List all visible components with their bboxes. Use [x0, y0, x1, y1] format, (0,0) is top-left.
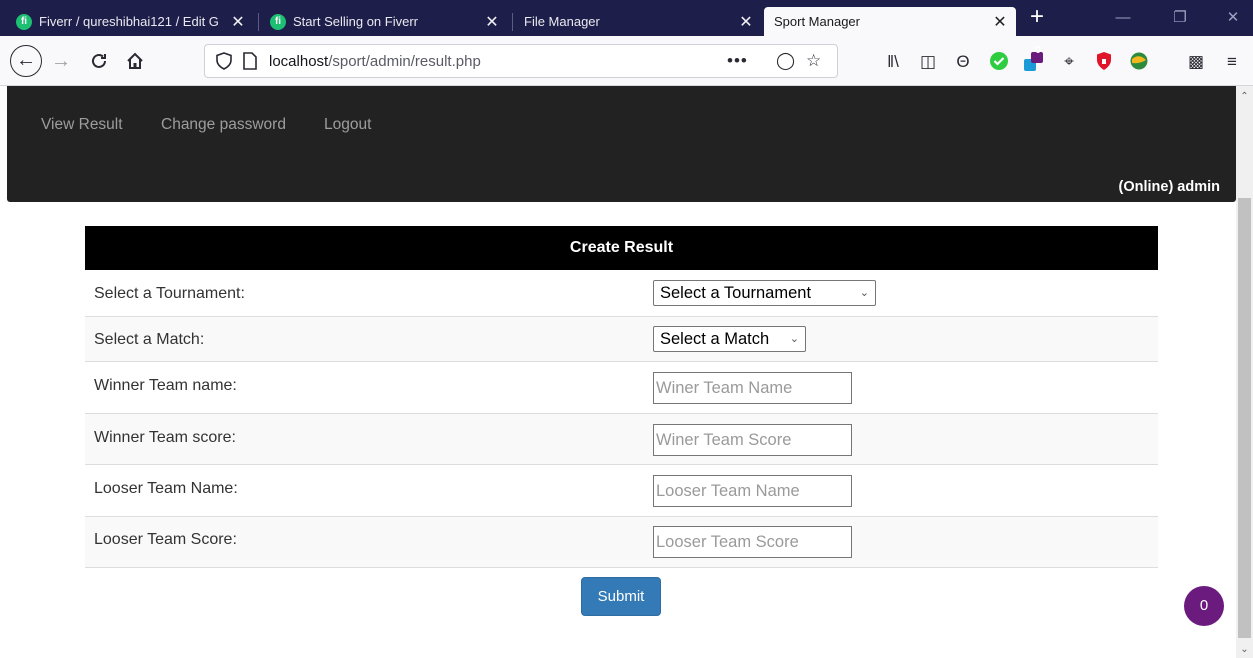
close-window-icon[interactable]: ✕ — [1213, 6, 1253, 30]
form-row-looser-score: Looser Team Score: Looser Team Score — [85, 517, 1158, 568]
match-label: Select a Match: — [94, 331, 205, 348]
tab-separator — [258, 13, 259, 31]
tracking-shield-icon[interactable] — [215, 52, 233, 70]
submit-button[interactable]: Submit — [581, 577, 661, 616]
pocket-icon[interactable]: ◯ — [776, 50, 795, 72]
tournament-label: Select a Tournament: — [94, 285, 245, 302]
account-icon[interactable]: Θ — [952, 51, 974, 73]
match-select-value: Select a Match — [660, 330, 770, 348]
looser-name-input[interactable]: Looser Team Name — [653, 475, 852, 507]
restore-icon[interactable]: ❐ — [1160, 6, 1200, 30]
url-path: /sport/admin/result.php — [328, 53, 481, 70]
tournament-select[interactable]: Select a Tournament ⌄ — [653, 280, 876, 306]
winner-score-label: Winner Team score: — [94, 429, 236, 446]
menu-icon[interactable]: ≡ — [1221, 51, 1243, 73]
crop-icon[interactable]: ⌖ — [1058, 51, 1080, 73]
tab-strip: fi Fiverr / qureshibhai121 / Edit G ✕ fi… — [0, 0, 1253, 36]
tab-start-selling[interactable]: fi Start Selling on Fiverr ✕ — [260, 7, 508, 36]
form-title: Create Result — [85, 226, 1158, 270]
page-actions-icon[interactable]: ••• — [727, 50, 748, 72]
match-select[interactable]: Select a Match ⌄ — [653, 326, 806, 352]
tab-title: File Manager — [524, 14, 600, 29]
fiverr-favicon-icon: fi — [270, 13, 286, 30]
scroll-down-icon[interactable]: ⌄ — [1236, 641, 1253, 658]
chevron-down-icon: ⌄ — [859, 287, 869, 299]
scroll-up-icon[interactable]: ⌃ — [1236, 88, 1253, 105]
winner-name-input[interactable]: Winer Team Name — [653, 372, 852, 404]
form-row-tournament: Select a Tournament: Select a Tournament… — [85, 270, 1158, 317]
form-row-winner-score: Winner Team score: Winer Team Score — [85, 414, 1158, 465]
extensions-puzzle-icon[interactable]: ▩ — [1185, 51, 1207, 73]
chevron-down-icon: ⌄ — [789, 333, 799, 345]
form-row-looser-name: Looser Team Name: Looser Team Name — [85, 465, 1158, 517]
scroll-thumb[interactable] — [1238, 198, 1251, 638]
tab-sport-manager[interactable]: Sport Manager ✕ — [764, 7, 1016, 36]
address-bar[interactable]: localhost/sport/admin/result.php ••• ◯ ☆ — [204, 44, 838, 78]
bookmark-star-icon[interactable]: ☆ — [806, 50, 821, 72]
back-button[interactable]: ← — [10, 45, 42, 77]
new-tab-button[interactable]: + — [1022, 4, 1052, 32]
tab-file-manager[interactable]: File Manager ✕ — [514, 7, 762, 36]
fiverr-favicon-icon: fi — [16, 13, 32, 30]
extension-badge: 0 — [1035, 45, 1041, 56]
tab-title: Fiverr / qureshibhai121 / Edit G — [39, 14, 219, 29]
reload-icon — [92, 53, 106, 68]
forward-button[interactable]: → — [48, 46, 74, 76]
winner-score-input[interactable]: Winer Team Score — [653, 424, 852, 456]
globe-extension-icon[interactable] — [1128, 51, 1150, 73]
reload-button[interactable] — [86, 46, 112, 76]
form-row-match: Select a Match: Select a Match ⌄ — [85, 317, 1158, 362]
navigation-toolbar: ← → localhost/sport/admin/result.php •••… — [0, 36, 1253, 86]
form-row-winner-name: Winner Team name: Winer Team Name — [85, 362, 1158, 414]
adblock-icon[interactable] — [1093, 51, 1115, 73]
tab-title: Start Selling on Fiverr — [293, 14, 418, 29]
close-tab-icon[interactable]: ✕ — [736, 12, 756, 32]
nav-logout-link[interactable]: Logout — [324, 116, 371, 134]
check-extension-icon[interactable] — [988, 51, 1010, 73]
winner-name-label: Winner Team name: — [94, 377, 237, 394]
close-tab-icon[interactable]: ✕ — [228, 12, 248, 32]
looser-score-label: Looser Team Score: — [94, 531, 237, 548]
site-navbar: View Result Change password Logout (Onli… — [7, 86, 1236, 202]
close-tab-icon[interactable]: ✕ — [990, 12, 1010, 32]
url-text[interactable]: localhost/sport/admin/result.php — [269, 53, 481, 70]
page-scrollbar[interactable]: ⌃ ⌄ — [1236, 86, 1253, 658]
browser-window: fi Fiverr / qureshibhai121 / Edit G ✕ fi… — [0, 0, 1253, 658]
close-tab-icon[interactable]: ✕ — [482, 12, 502, 32]
tab-fiverr-edit[interactable]: fi Fiverr / qureshibhai121 / Edit G ✕ — [6, 7, 254, 36]
nav-view-result-link[interactable]: View Result — [41, 116, 123, 134]
online-user-label: (Online) admin — [1118, 179, 1221, 195]
home-icon — [127, 52, 143, 69]
page-info-icon[interactable] — [243, 52, 257, 70]
minimize-icon[interactable]: — — [1103, 6, 1143, 30]
chat-bubble-button[interactable]: 0 — [1184, 586, 1224, 626]
looser-name-label: Looser Team Name: — [94, 480, 238, 497]
tab-separator — [512, 13, 513, 31]
tab-title: Sport Manager — [774, 14, 860, 29]
sidebar-icon[interactable]: ◫ — [917, 51, 939, 73]
url-host: localhost — [269, 53, 329, 70]
tournament-select-value: Select a Tournament — [660, 284, 812, 302]
home-button[interactable] — [122, 46, 148, 76]
library-icon[interactable]: ‖\ — [882, 51, 904, 73]
nav-change-password-link[interactable]: Change password — [161, 116, 286, 134]
looser-score-input[interactable]: Looser Team Score — [653, 526, 852, 558]
